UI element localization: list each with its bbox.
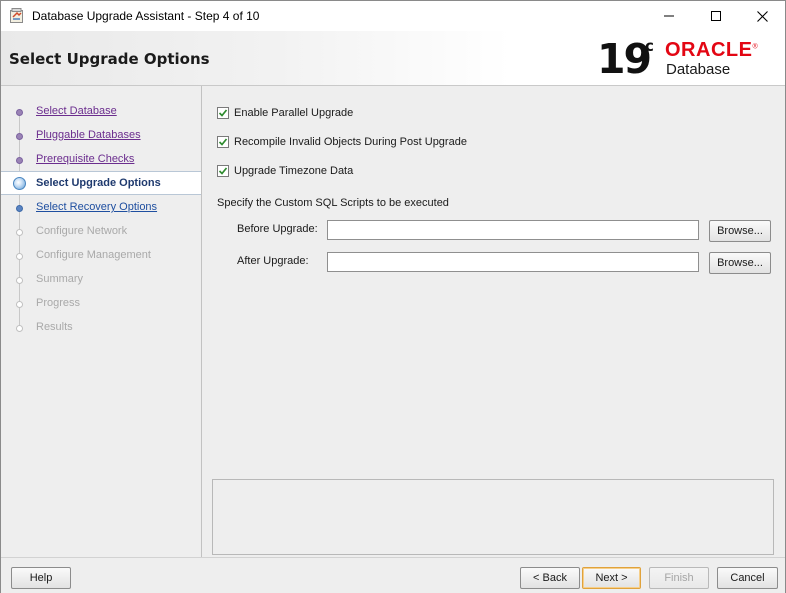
title-bar: Database Upgrade Assistant - Step 4 of 1… bbox=[1, 1, 785, 31]
footer-bar: Help < Back Next > Finish Cancel bbox=[1, 557, 785, 593]
oracle-19c-logo: 19 c ORACLE® Database bbox=[597, 37, 779, 81]
step-label: Configure Network bbox=[36, 225, 128, 237]
upgrade-timezone-label: Upgrade Timezone Data bbox=[234, 165, 354, 177]
step-label: Prerequisite Checks bbox=[36, 153, 135, 165]
upgrade-timezone-checkbox[interactable]: Upgrade Timezone Data bbox=[217, 163, 353, 179]
checkbox-box[interactable] bbox=[217, 165, 229, 177]
cancel-button[interactable]: Cancel bbox=[717, 567, 778, 589]
recompile-invalid-label: Recompile Invalid Objects During Post Up… bbox=[234, 136, 467, 148]
header-band: Select Upgrade Options 19 c ORACLE® Data… bbox=[1, 31, 785, 86]
step-label: Configure Management bbox=[36, 249, 151, 261]
check-mark-icon bbox=[218, 138, 228, 146]
finish-button: Finish bbox=[649, 567, 709, 589]
maximize-button[interactable] bbox=[693, 1, 739, 31]
step-results: Results bbox=[1, 316, 201, 340]
custom-scripts-section-label: Specify the Custom SQL Scripts to be exe… bbox=[217, 197, 449, 209]
steps-sidebar: Select Database Pluggable Databases Prer… bbox=[1, 86, 202, 557]
close-icon bbox=[756, 10, 768, 22]
recompile-invalid-checkbox[interactable]: Recompile Invalid Objects During Post Up… bbox=[217, 134, 467, 150]
step-done-icon bbox=[16, 133, 23, 140]
logo-brand: ORACLE® bbox=[665, 39, 758, 62]
after-upgrade-label: After Upgrade: bbox=[237, 255, 309, 267]
logo-version: 19 bbox=[597, 35, 652, 83]
step-select-database[interactable]: Select Database bbox=[1, 100, 201, 124]
step-summary: Summary bbox=[1, 268, 201, 292]
maximize-icon bbox=[711, 11, 721, 21]
after-upgrade-input[interactable] bbox=[327, 252, 699, 272]
minimize-button[interactable] bbox=[646, 1, 692, 31]
message-area bbox=[212, 479, 774, 555]
check-mark-icon bbox=[218, 167, 228, 175]
step-pending-icon bbox=[16, 301, 23, 308]
dbua-window: Database Upgrade Assistant - Step 4 of 1… bbox=[0, 0, 786, 593]
after-upgrade-browse-button[interactable]: Browse... bbox=[709, 252, 771, 274]
step-pluggable-databases[interactable]: Pluggable Databases bbox=[1, 124, 201, 148]
step-done-icon bbox=[16, 109, 23, 116]
step-pending-icon bbox=[16, 253, 23, 260]
checkbox-box[interactable] bbox=[217, 107, 229, 119]
parallel-upgrade-label: Enable Parallel Upgrade bbox=[234, 107, 354, 119]
logo-product: Database bbox=[666, 61, 731, 78]
before-upgrade-label: Before Upgrade: bbox=[237, 223, 318, 235]
step-done-icon bbox=[16, 157, 23, 164]
checkbox-box[interactable] bbox=[217, 136, 229, 148]
step-pending-icon bbox=[16, 277, 23, 284]
minimize-icon bbox=[664, 15, 674, 17]
step-label: Pluggable Databases bbox=[36, 129, 141, 141]
logo-superscript: c bbox=[645, 37, 654, 55]
step-label: Select Recovery Options bbox=[36, 201, 158, 213]
step-label: Select Upgrade Options bbox=[36, 177, 161, 189]
step-label: Select Database bbox=[36, 105, 117, 117]
step-select-upgrade-options: Select Upgrade Options bbox=[1, 171, 201, 195]
step-configure-management: Configure Management bbox=[1, 244, 201, 268]
app-icon bbox=[10, 8, 23, 23]
help-button[interactable]: Help bbox=[11, 567, 71, 589]
step-configure-network: Configure Network bbox=[1, 220, 201, 244]
before-upgrade-input[interactable] bbox=[327, 220, 699, 240]
step-prerequisite-checks[interactable]: Prerequisite Checks bbox=[1, 148, 201, 172]
step-select-recovery-options[interactable]: Select Recovery Options bbox=[1, 196, 201, 220]
step-pending-icon bbox=[16, 229, 23, 236]
logo-brand-text: ORACLE bbox=[665, 39, 753, 61]
step-label: Results bbox=[36, 321, 73, 333]
next-button[interactable]: Next > bbox=[582, 567, 641, 589]
parallel-upgrade-checkbox[interactable]: Enable Parallel Upgrade bbox=[217, 105, 353, 121]
back-button[interactable]: < Back bbox=[520, 567, 580, 589]
check-mark-icon bbox=[218, 109, 228, 117]
step-next-icon bbox=[16, 205, 23, 212]
logo-registered: ® bbox=[752, 43, 759, 51]
close-button[interactable] bbox=[739, 1, 785, 31]
step-progress: Progress bbox=[1, 292, 201, 316]
step-label: Progress bbox=[36, 297, 81, 309]
page-title: Select Upgrade Options bbox=[9, 50, 210, 68]
step-pending-icon bbox=[16, 325, 23, 332]
step-current-icon bbox=[13, 177, 26, 190]
window-title: Database Upgrade Assistant - Step 4 of 1… bbox=[32, 9, 260, 23]
before-upgrade-browse-button[interactable]: Browse... bbox=[709, 220, 771, 242]
content-panel: Enable Parallel Upgrade Recompile Invali… bbox=[202, 86, 785, 557]
step-label: Summary bbox=[36, 273, 84, 285]
